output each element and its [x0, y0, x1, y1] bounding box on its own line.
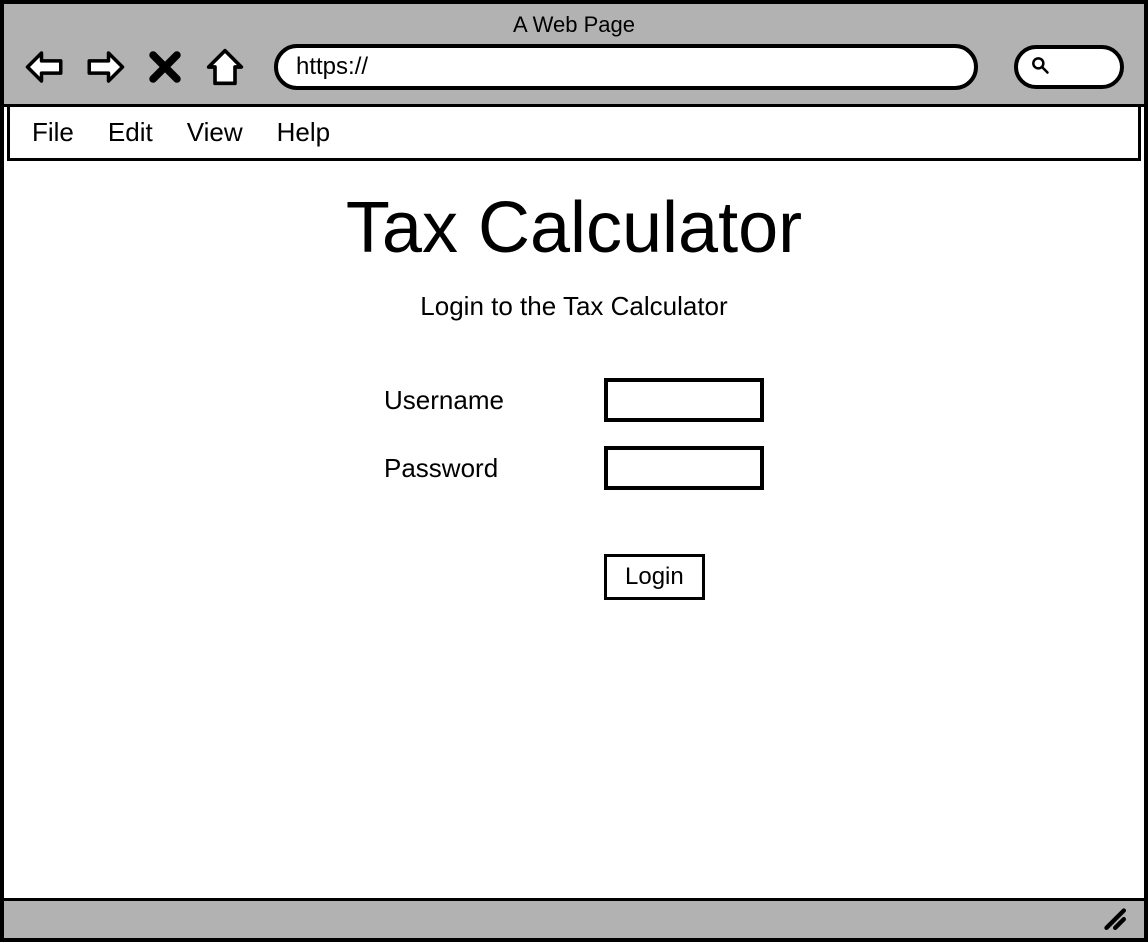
- resize-grip-icon[interactable]: [1100, 904, 1126, 935]
- menu-file[interactable]: File: [32, 117, 74, 148]
- search-button[interactable]: [1014, 45, 1124, 89]
- menu-bar: File Edit View Help: [7, 107, 1141, 161]
- login-button[interactable]: Login: [604, 554, 705, 600]
- window-title: A Web Page: [24, 12, 1124, 38]
- browser-window: A Web Page: [0, 0, 1148, 942]
- browser-chrome: A Web Page: [4, 4, 1144, 107]
- password-input[interactable]: [604, 446, 764, 490]
- username-label: Username: [384, 385, 604, 416]
- login-button-wrap: Login: [604, 554, 705, 600]
- menu-view[interactable]: View: [187, 117, 243, 148]
- login-form: Username Password Login: [384, 378, 764, 600]
- status-bar: [4, 898, 1144, 938]
- password-row: Password: [384, 446, 764, 490]
- page-subtitle: Login to the Tax Calculator: [7, 291, 1141, 322]
- password-label: Password: [384, 453, 604, 484]
- username-row: Username: [384, 378, 764, 422]
- address-bar[interactable]: https://: [274, 44, 978, 90]
- page-content: Tax Calculator Login to the Tax Calculat…: [7, 161, 1141, 898]
- back-arrow-icon[interactable]: [24, 46, 66, 88]
- menu-edit[interactable]: Edit: [108, 117, 153, 148]
- home-icon[interactable]: [204, 46, 246, 88]
- stop-x-icon[interactable]: [144, 46, 186, 88]
- search-icon: [1030, 55, 1050, 80]
- page-title: Tax Calculator: [7, 187, 1141, 269]
- forward-arrow-icon[interactable]: [84, 46, 126, 88]
- menu-help[interactable]: Help: [277, 117, 330, 148]
- address-bar-text: https://: [296, 53, 368, 81]
- username-input[interactable]: [604, 378, 764, 422]
- browser-toolbar: https://: [24, 44, 1124, 90]
